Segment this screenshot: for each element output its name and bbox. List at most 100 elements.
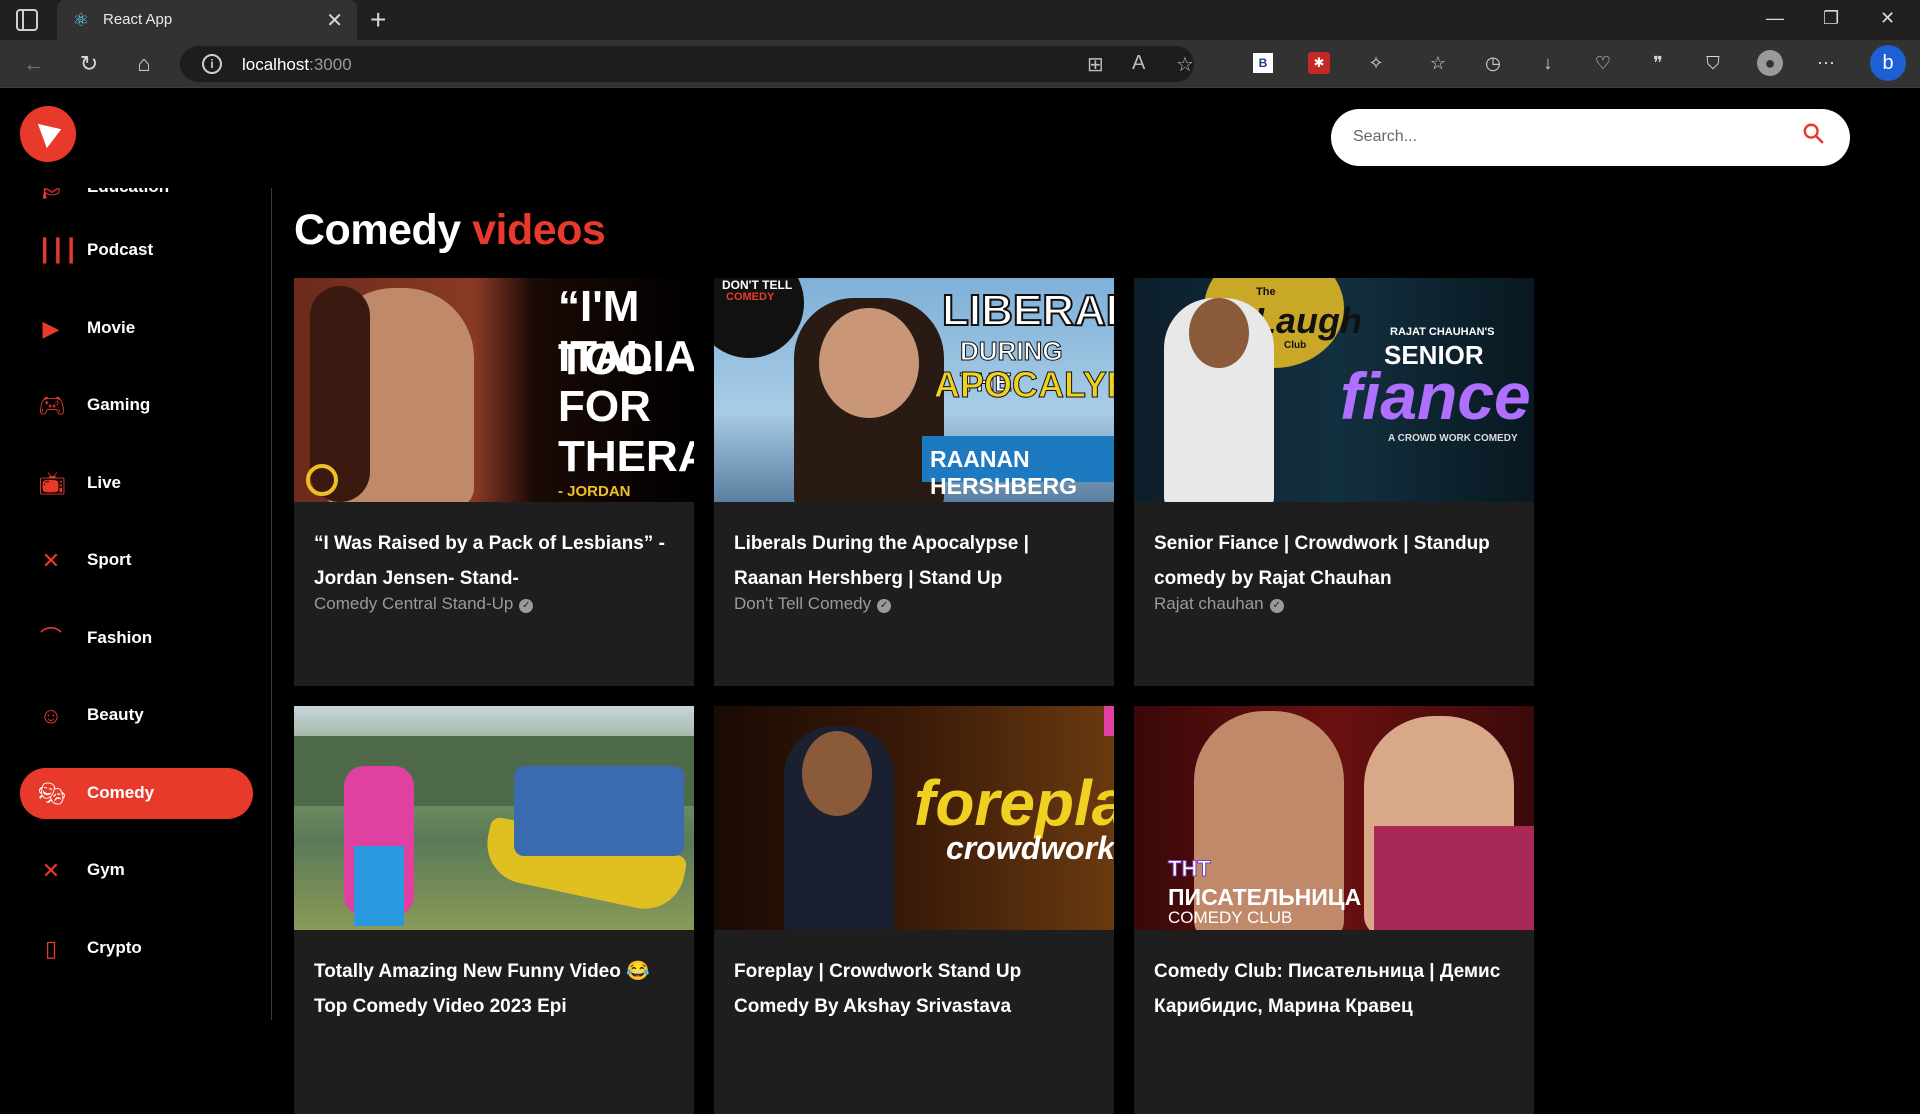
category-fashion[interactable]: ⌒ Fashion: [20, 613, 253, 664]
video-title[interactable]: “I Was Raised by a Pack of Lesbians” - J…: [314, 526, 674, 596]
category-label: Live: [87, 473, 122, 492]
video-title[interactable]: Foreplay | Crowdwork Stand Up Comedy By …: [734, 954, 1094, 1024]
video-thumbnail[interactable]: The Laugh Club RAJAT CHAUHAN'S SENIOR fi…: [1134, 278, 1534, 502]
favorite-star-icon[interactable]: ☆: [1176, 52, 1194, 77]
category-live[interactable]: 📺︎ Live: [20, 458, 253, 509]
category-movie[interactable]: ▶ Movie: [20, 303, 253, 354]
more-options-icon[interactable]: ⋯: [1813, 50, 1839, 76]
comedy-central-logo-icon: [306, 464, 338, 496]
minimize-icon[interactable]: —: [1766, 8, 1784, 29]
url-text[interactable]: localhost:3000: [242, 55, 352, 75]
tab-actions-icon[interactable]: [16, 9, 38, 31]
url-port: :3000: [309, 55, 352, 74]
home-icon[interactable]: ⌂: [130, 50, 158, 78]
thumbnail-caption: RAJAT CHAUHAN'S: [1390, 326, 1495, 338]
video-thumbnail[interactable]: ТНТ ПИСАТЕЛЬНИЦА COMEDY CLUB: [1134, 706, 1534, 930]
fitness-center-icon: ✕: [41, 548, 61, 573]
ondemand-video-icon: ▶: [42, 316, 60, 341]
restore-icon[interactable]: ❐: [1823, 8, 1839, 29]
category-label: Education: [87, 188, 169, 197]
verified-check-icon: ✓: [877, 599, 892, 613]
extensions-icon[interactable]: ✧: [1363, 50, 1389, 76]
video-title[interactable]: Totally Amazing New Funny Video 😂 Top Co…: [314, 954, 674, 1024]
video-title[interactable]: Comedy Club: Писательница | Демис Кариби…: [1154, 954, 1514, 1024]
tab-title: React App: [103, 11, 173, 28]
search-icon[interactable]: [1802, 122, 1824, 144]
thumbnail-face: [802, 731, 872, 816]
thumbnail-caption: LIBERALS: [941, 285, 1114, 336]
thumbnail-face: [819, 308, 919, 418]
fitness-center-icon: ✕: [41, 858, 61, 883]
verified-check-icon: ✓: [519, 599, 534, 613]
thumbnail-caption: COMEDY CLUB: [1168, 908, 1293, 927]
video-thumbnail[interactable]: [294, 706, 694, 930]
extension-b-icon[interactable]: B: [1253, 53, 1273, 73]
thumbnail-caption: APOCALYPSE: [934, 364, 1114, 406]
category-label: Podcast: [87, 240, 154, 259]
url-host: localhost: [242, 55, 310, 74]
video-thumbnail[interactable]: foreplay crowdwork: [714, 706, 1114, 930]
video-card[interactable]: DON'T TELL COMEDY LIBERALS DURING THE AP…: [714, 278, 1114, 686]
category-podcast[interactable]: ┃┃┃ Podcast: [20, 225, 253, 276]
video-title[interactable]: Senior Fiance | Crowdwork | Standup come…: [1154, 526, 1514, 596]
downloads-icon[interactable]: ↓: [1535, 50, 1561, 76]
channel-name-text: Rajat chauhan: [1154, 594, 1264, 613]
search-input[interactable]: [1353, 123, 1773, 151]
video-card[interactable]: Totally Amazing New Funny Video 😂 Top Co…: [294, 706, 694, 1114]
quote-icon[interactable]: ❞: [1645, 50, 1671, 76]
thumbnail-crowd: [514, 766, 684, 856]
close-window-icon[interactable]: ✕: [1880, 8, 1895, 29]
video-card[interactable]: foreplay crowdwork Foreplay | Crowdwork …: [714, 706, 1114, 1114]
category-label: Movie: [87, 318, 136, 337]
video-thumbnail[interactable]: “I'M TOO ITALIAN FOR THERAPY - JORDAN JE…: [294, 278, 694, 502]
close-tab-icon[interactable]: ✕: [326, 8, 343, 33]
youtube-logo-icon[interactable]: [12, 98, 84, 170]
theater-comedy-icon: 🎭︎: [38, 781, 66, 806]
video-thumbnail[interactable]: DON'T TELL COMEDY LIBERALS DURING THE AP…: [714, 278, 1114, 502]
read-aloud-icon[interactable]: A: [1132, 52, 1145, 75]
category-gym[interactable]: ✕ Gym: [20, 845, 253, 896]
app-available-icon[interactable]: ⊞: [1087, 52, 1104, 77]
refresh-icon[interactable]: ↻: [75, 50, 103, 78]
channel-name[interactable]: Rajat chauhan ✓: [1154, 594, 1284, 614]
category-comedy[interactable]: 🎭︎ Comedy: [20, 768, 253, 819]
browser-essentials-icon[interactable]: ⛉: [1700, 50, 1726, 76]
verified-check-icon: ✓: [1269, 599, 1284, 613]
history-icon[interactable]: ◷: [1480, 50, 1506, 76]
category-beauty[interactable]: ☺ Beauty: [20, 690, 253, 741]
bing-chat-icon[interactable]: b: [1870, 45, 1906, 81]
info-icon[interactable]: i: [202, 54, 222, 74]
thumbnail-face: [1189, 298, 1249, 368]
profile-avatar-icon[interactable]: ●: [1757, 50, 1783, 76]
extension-red-icon[interactable]: ✱: [1308, 52, 1330, 74]
category-education[interactable]: 🎓︎ Education: [20, 188, 253, 213]
category-label: Gaming: [87, 395, 151, 414]
favorites-icon[interactable]: ☆: [1425, 50, 1451, 76]
video-card[interactable]: ТНТ ПИСАТЕЛЬНИЦА COMEDY CLUB Comedy Club…: [1134, 706, 1534, 1114]
channel-name-text: Comedy Central Stand-Up: [314, 594, 514, 613]
browser-tab[interactable]: ⚛ React App ✕: [57, 0, 357, 40]
thumbnail-dress: [1374, 826, 1534, 930]
thumbnail-caption: THERAPY: [558, 432, 694, 481]
thumbnail-legs: [354, 846, 404, 926]
thumbnail-caption: DON'T TELL: [722, 278, 793, 292]
thumbnail-caption: ПИСАТЕЛЬНИЦА: [1168, 884, 1362, 910]
thumbnail-caption: RAANAN HERSHBERG: [930, 446, 1077, 499]
address-bar[interactable]: i localhost:3000 ⊞ A ☆: [180, 46, 1194, 82]
sports-esports-icon: 🎮︎: [38, 393, 66, 418]
category-gaming[interactable]: 🎮︎ Gaming: [20, 380, 253, 431]
graphic-eq-icon: ┃┃┃: [38, 238, 78, 263]
performance-icon[interactable]: ♡: [1590, 50, 1616, 76]
channel-name[interactable]: Comedy Central Stand-Up ✓: [314, 594, 534, 614]
thumbnail-caption: ITALIAN: [558, 332, 694, 381]
video-title[interactable]: Liberals During the Apocalypse | Raanan …: [734, 526, 1094, 596]
new-tab-icon[interactable]: +: [370, 4, 386, 36]
category-crypto[interactable]: ▯ Crypto: [20, 923, 253, 974]
category-sport[interactable]: ✕ Sport: [20, 535, 253, 586]
video-card[interactable]: “I'M TOO ITALIAN FOR THERAPY - JORDAN JE…: [294, 278, 694, 686]
video-card[interactable]: The Laugh Club RAJAT CHAUHAN'S SENIOR fi…: [1134, 278, 1534, 686]
thumbnail-caption: COMEDY: [726, 291, 775, 303]
channel-name[interactable]: Don't Tell Comedy ✓: [734, 594, 892, 614]
category-label: Crypto: [87, 938, 142, 957]
back-icon[interactable]: ←: [20, 50, 48, 78]
